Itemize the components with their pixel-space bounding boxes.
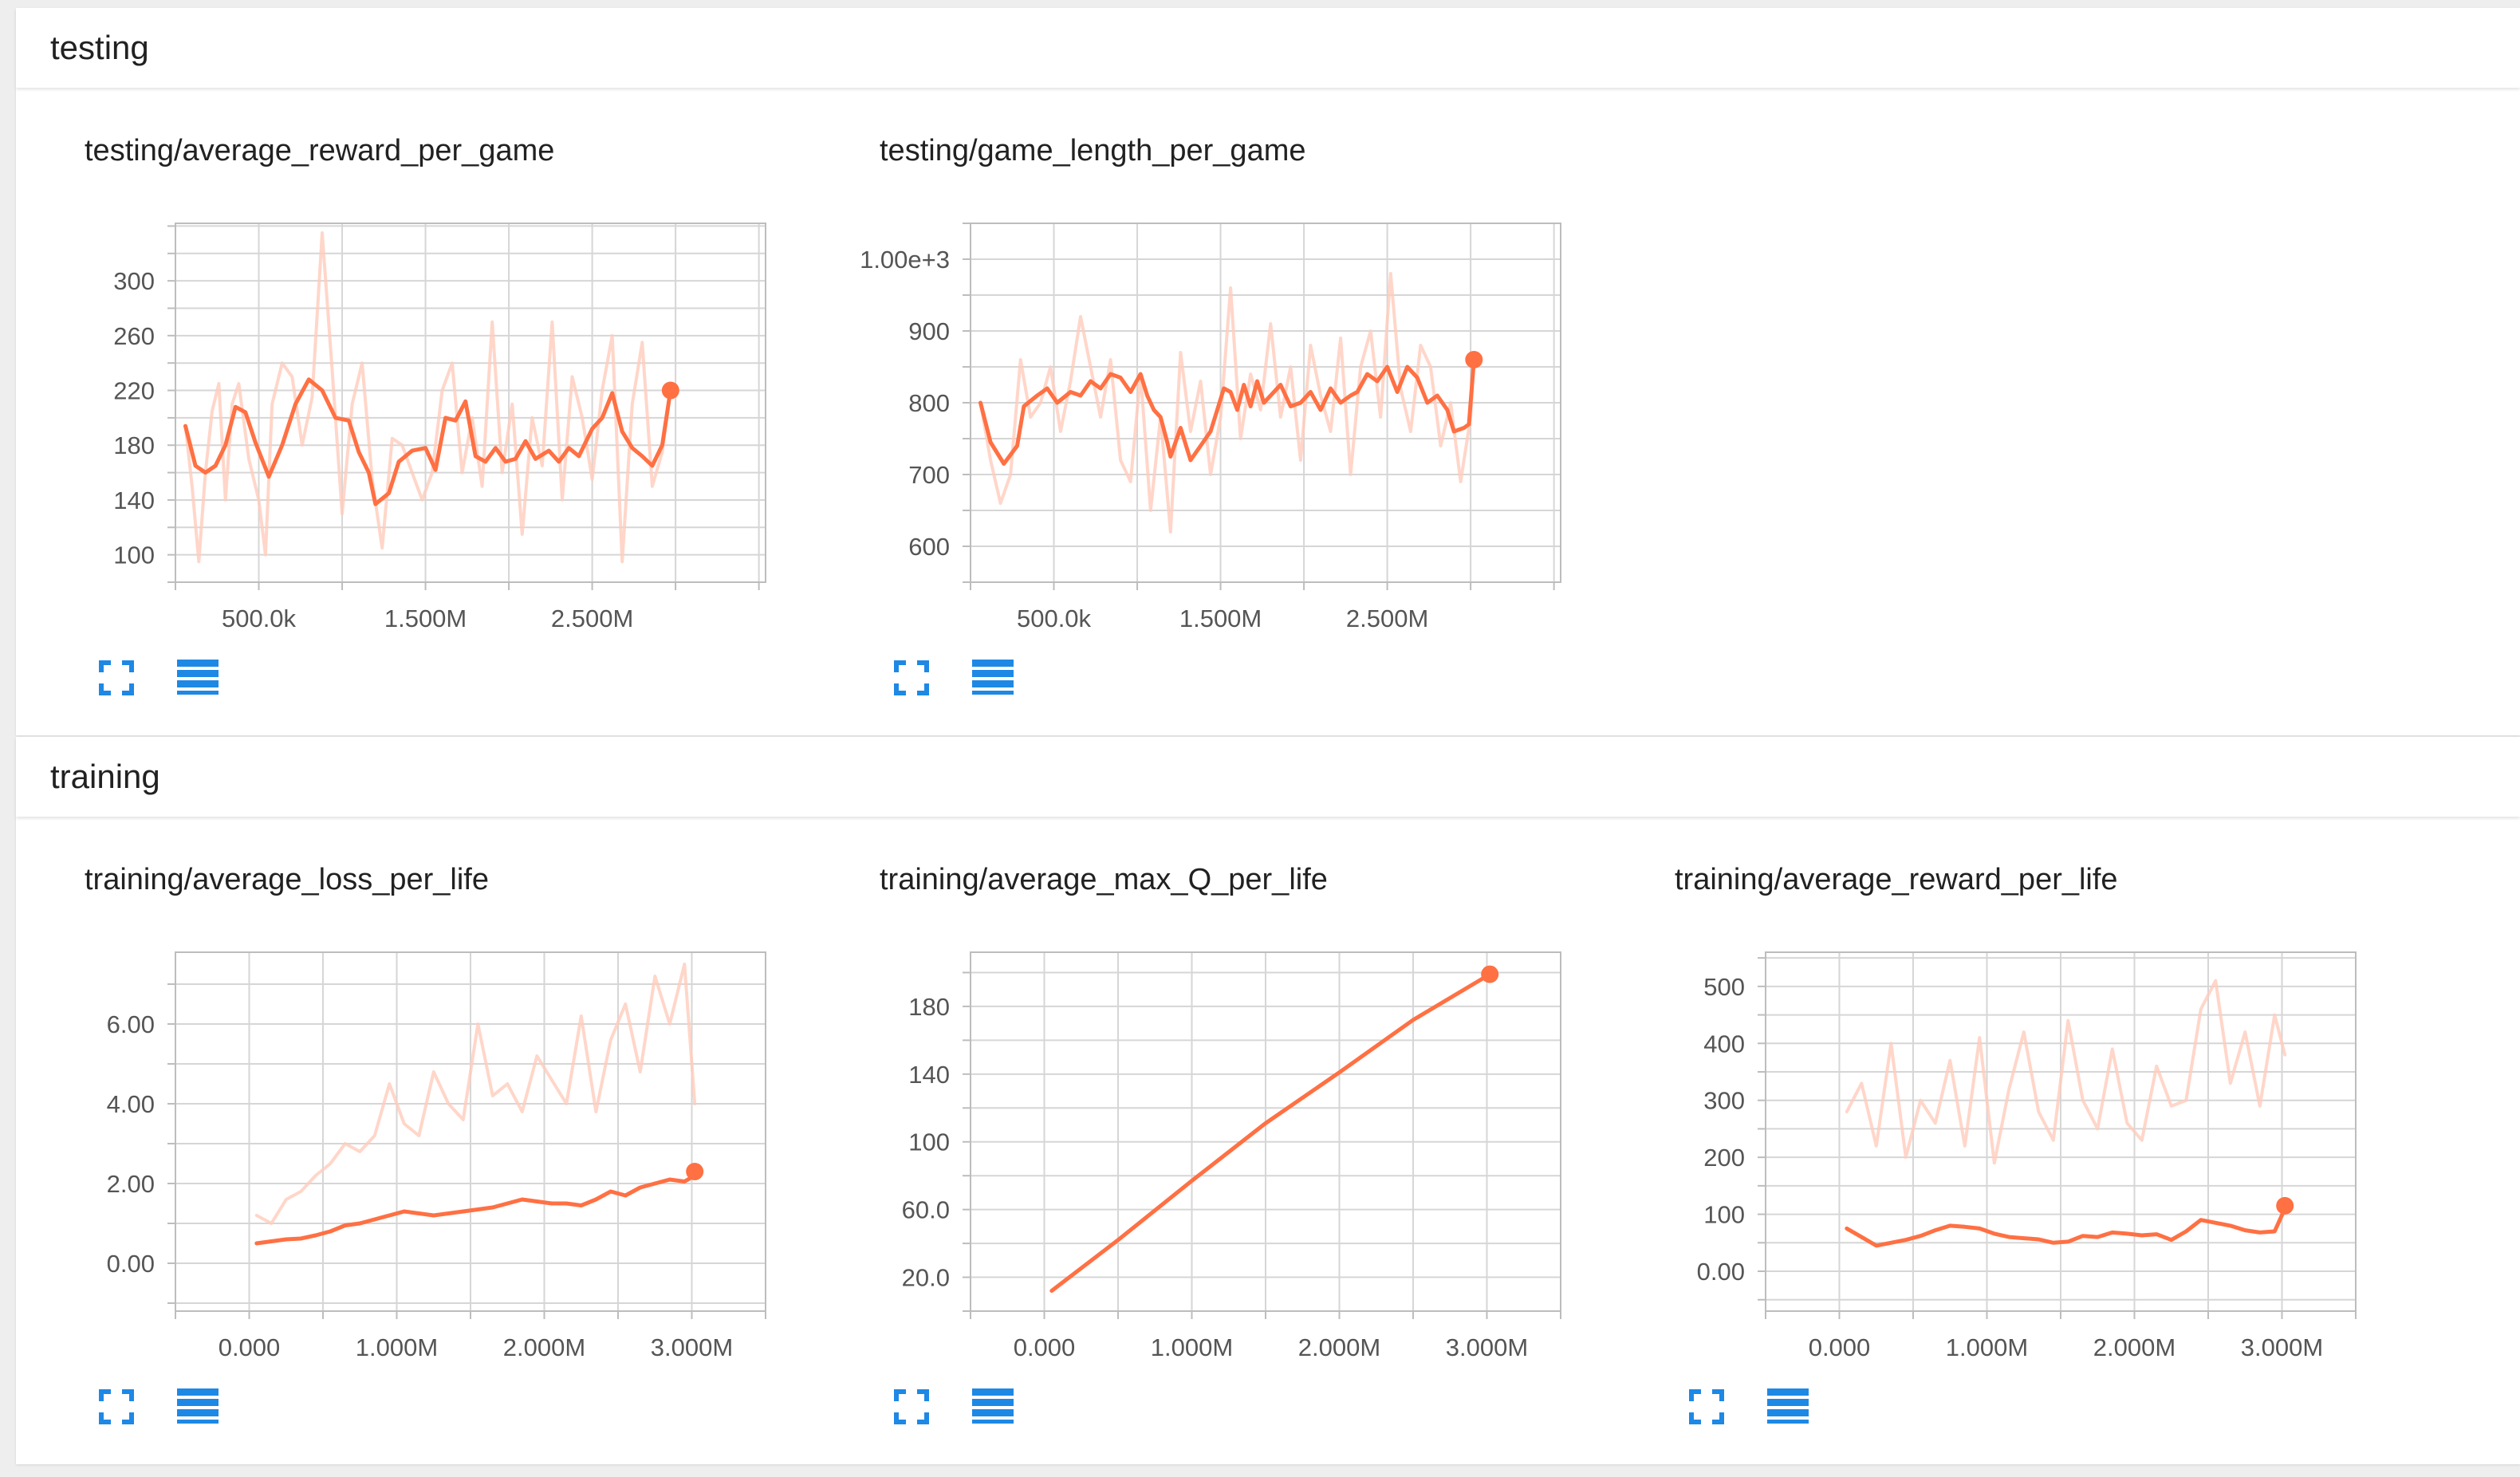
y-tick-label: 400 xyxy=(1703,1030,1745,1058)
y-tick-label: 100 xyxy=(1703,1201,1745,1229)
fullscreen-icon xyxy=(99,1389,134,1424)
x-tick-label: 1.000M xyxy=(1946,1333,2028,1361)
y-tick-label: 220 xyxy=(113,377,155,405)
y-tick-label: 100 xyxy=(908,1128,950,1156)
fullscreen-icon xyxy=(894,660,929,695)
y-tick-label: 6.00 xyxy=(107,1010,155,1038)
x-tick-label: 2.500M xyxy=(1346,605,1428,632)
y-tick-label: 700 xyxy=(908,461,950,489)
y-tick-label: 140 xyxy=(908,1061,950,1089)
last-point-marker xyxy=(661,381,679,400)
section-body-testing: testing/average_reward_per_game 100 140 18… xyxy=(16,88,2520,735)
y-tick-label: 300 xyxy=(1703,1087,1745,1115)
x-tick-label: 2.000M xyxy=(2093,1333,2175,1361)
expand-chart-button[interactable] xyxy=(94,1384,139,1429)
x-tick-label: 3.000M xyxy=(1446,1333,1528,1361)
x-tick-label: 1.000M xyxy=(356,1333,438,1361)
list-icon xyxy=(177,1388,219,1424)
list-icon xyxy=(177,660,219,695)
chart-card: testing/game_length_per_game 600 700 800 90… xyxy=(811,136,1593,710)
chart-svg: 100 140 180 220 260 300 500.0k 1.500M 2.500M xyxy=(113,223,766,632)
x-tick-label: 2.000M xyxy=(1298,1333,1380,1361)
expand-chart-button[interactable] xyxy=(889,1384,934,1429)
y-tick-label: 180 xyxy=(113,431,155,459)
chart-card: training/average_loss_per_life 0.00 2.00 4… xyxy=(16,865,797,1439)
list-icon xyxy=(1767,1388,1809,1424)
plot-frame xyxy=(175,223,766,583)
x-tick-label: 0.000 xyxy=(219,1333,281,1361)
y-tick-label: 4.00 xyxy=(107,1090,155,1118)
section-header-training[interactable]: training xyxy=(16,737,2520,817)
section-header-testing[interactable]: testing xyxy=(16,8,2520,88)
fullscreen-icon xyxy=(1689,1389,1724,1424)
chart-svg: 0.00 100 200 300 400 500 0.000 1.000M 2.000M 3.00… xyxy=(1697,951,2357,1361)
x-tick-label: 3.000M xyxy=(2241,1333,2323,1361)
chart-svg: 600 700 800 900 1.00e+3 500.0k 1.500M 2.500M xyxy=(860,223,1561,632)
last-point-marker xyxy=(1481,965,1499,983)
last-point-marker xyxy=(1465,351,1483,368)
y-tick-label: 0.00 xyxy=(107,1250,155,1278)
y-tick-label: 140 xyxy=(113,486,155,514)
x-tick-label: 2.000M xyxy=(503,1333,585,1361)
toggle-data-button[interactable] xyxy=(971,656,1015,700)
y-tick-label: 0.00 xyxy=(1697,1258,1745,1286)
toggle-data-button[interactable] xyxy=(971,1384,1015,1429)
x-tick-label: 1.500M xyxy=(384,605,467,632)
last-point-marker xyxy=(2276,1196,2294,1215)
y-tick-label: 60.0 xyxy=(902,1196,950,1224)
y-tick-label: 900 xyxy=(908,317,950,345)
chart-card: testing/average_reward_per_game 100 140 18… xyxy=(16,136,797,710)
y-tick-label: 260 xyxy=(113,322,155,350)
fullscreen-icon xyxy=(894,1389,929,1424)
x-tick-label: 500.0k xyxy=(222,605,297,632)
y-tick-label: 800 xyxy=(908,389,950,417)
toggle-data-button[interactable] xyxy=(175,656,220,700)
chart-title: testing/game_length_per_game xyxy=(880,134,1306,167)
x-tick-label: 1.000M xyxy=(1151,1333,1233,1361)
y-tick-label: 1.00e+3 xyxy=(860,246,950,274)
y-tick-label: 2.00 xyxy=(107,1170,155,1198)
y-tick-label: 20.0 xyxy=(902,1264,950,1292)
expand-chart-button[interactable] xyxy=(1684,1384,1729,1429)
chart-card: training/average_max_Q_per_life 20.0 60.0… xyxy=(811,865,1593,1439)
section-title: testing xyxy=(50,29,149,66)
x-tick-label: 3.000M xyxy=(651,1333,733,1361)
chart-title: training/average_loss_per_life xyxy=(85,863,489,896)
chart-svg: 0.00 2.00 4.00 6.00 0.000 1.000M 2.000M 3.000M xyxy=(107,951,766,1361)
y-tick-label: 300 xyxy=(113,267,155,295)
fullscreen-icon xyxy=(99,660,134,695)
y-tick-label: 180 xyxy=(908,993,950,1021)
list-icon xyxy=(972,660,1014,695)
chart-card: training/average_reward_per_life 0.00 100… xyxy=(1606,865,2388,1439)
chart-title: training/average_max_Q_per_life xyxy=(880,863,1328,896)
chart-title: testing/average_reward_per_game xyxy=(85,134,555,167)
expand-chart-button[interactable] xyxy=(94,656,139,700)
section-body-training: training/average_loss_per_life 0.00 2.00 4… xyxy=(16,817,2520,1464)
section-title: training xyxy=(50,758,160,795)
list-icon xyxy=(972,1388,1014,1424)
y-tick-label: 500 xyxy=(1703,973,1745,1001)
chart-svg: 20.0 60.0 100 140 180 0.000 1.000M 2.000M 3.000M xyxy=(902,951,1561,1361)
y-tick-label: 600 xyxy=(908,533,950,561)
chart-title: training/average_reward_per_life xyxy=(1675,863,2118,896)
toggle-data-button[interactable] xyxy=(1766,1384,1810,1429)
x-tick-label: 0.000 xyxy=(1014,1333,1076,1361)
last-point-marker xyxy=(686,1163,704,1180)
y-tick-label: 200 xyxy=(1703,1144,1745,1172)
expand-chart-button[interactable] xyxy=(889,656,934,700)
toggle-data-button[interactable] xyxy=(175,1384,220,1429)
x-tick-label: 0.000 xyxy=(1809,1333,1871,1361)
x-tick-label: 500.0k xyxy=(1017,605,1092,632)
y-tick-label: 100 xyxy=(113,542,155,569)
x-tick-label: 2.500M xyxy=(551,605,633,632)
x-tick-label: 1.500M xyxy=(1179,605,1262,632)
